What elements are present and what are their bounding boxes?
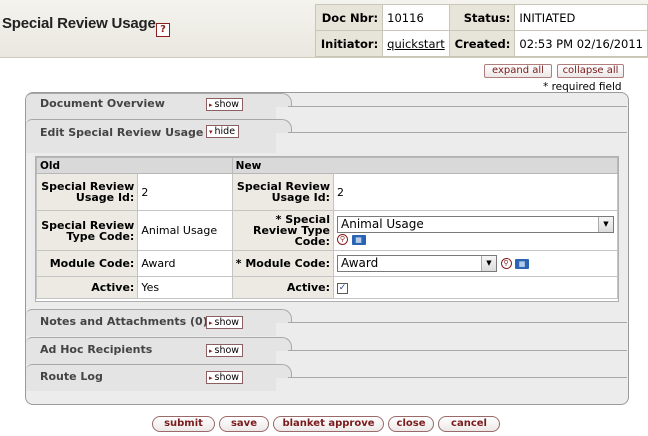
tab-edit-special-review-usage: Edit Special Review Usage ▾ hide [26,119,627,153]
dropdown-icon: ▼ [481,256,496,271]
notes-toggle-button[interactable]: ▸ show [206,316,244,329]
old-header: Old [36,157,233,174]
toggle-label: show [214,345,240,356]
toggle-label: hide [214,126,236,137]
direct-inquiry-icon[interactable]: ▦ [515,258,529,269]
route-log-toggle-button[interactable]: ▸ show [206,371,244,384]
submit-button[interactable]: submit [152,416,215,432]
status-value: INITIATED [514,4,648,31]
field-label: Special Review Usage Id: [35,173,139,211]
maintenance-table: Old New Special Review Usage Id: 2 Speci… [35,157,619,299]
lookup-icon[interactable]: ⚲ [500,258,512,269]
active-checkbox[interactable]: ✓ [337,282,348,294]
new-header: New [231,157,619,174]
cancel-button[interactable]: cancel [438,416,500,432]
tab-ad-hoc-recipients: Ad Hoc Recipients ▸ show [26,337,627,364]
module-code-select[interactable]: Award ▼ [337,255,497,272]
old-value: Award [137,250,233,277]
tab-notes-and-attachments: Notes and Attachments (0) ▸ show [26,309,627,336]
maintenance-section: Old New Special Review Usage Id: 2 Speci… [35,156,619,302]
ad-hoc-toggle-button[interactable]: ▸ show [206,344,244,357]
table-row: Special Review Usage Id: 2 Special Revie… [35,173,618,211]
tab-label: Document Overview [40,97,165,110]
triangle-right-icon: ▸ [209,374,213,382]
lookup-icon[interactable]: ⚲ [337,234,348,245]
new-value-cell: Animal Usage ▼ ⚲ ▦ [333,210,618,251]
header-row: Old New [36,157,619,174]
dropdown-icon: ▼ [598,216,613,232]
old-value: Animal Usage [137,210,233,251]
status-label: Status: [448,4,516,31]
tab-label: Notes and Attachments (0) [40,315,208,328]
special-review-type-select[interactable]: Animal Usage ▼ [337,215,614,233]
field-label: * Special Review Type Code: [231,210,335,251]
field-label: Active: [231,276,335,299]
tab-route-log: Route Log ▸ show [26,364,627,391]
field-label: * Module Code: [231,250,335,277]
page-title: Special Review Usage [2,15,156,32]
save-button[interactable]: save [219,416,269,432]
collapse-all-button[interactable]: collapse all [557,64,624,78]
created-value: 02:53 PM 02/16/2011 [514,30,648,57]
tab-label: Route Log [40,370,103,383]
toggle-label: show [214,317,240,328]
new-value: 2 [333,173,618,211]
field-label: Special Review Usage Id: [231,173,335,211]
field-label: Active: [35,276,139,299]
expand-all-button[interactable]: expand all [484,64,552,78]
table-row: Active: Yes Active: ✓ [35,276,618,299]
triangle-right-icon: ▸ [209,319,213,327]
document-info-table: Doc Nbr: 10116 Status: INITIATED Initiat… [314,4,648,57]
toggle-label: show [214,99,240,110]
triangle-right-icon: ▸ [209,101,213,109]
triangle-down-icon: ▾ [209,128,213,136]
old-value: 2 [137,173,233,211]
table-row: Special Review Type Code: Animal Usage *… [35,210,618,251]
old-value: Yes [137,276,233,299]
new-value-cell: ✓ [333,276,618,299]
initiator-link[interactable]: quickstart [387,37,445,51]
tab-label: Ad Hoc Recipients [40,343,153,356]
triangle-right-icon: ▸ [209,347,213,355]
doc-nbr-label: Doc Nbr: [314,4,384,31]
new-value-cell: Award ▼ ⚲ ▦ [333,250,618,277]
close-button[interactable]: close [388,416,434,432]
direct-inquiry-icon[interactable]: ▦ [351,234,366,245]
blanket-approve-button[interactable]: blanket approve [273,416,384,432]
field-label: Special Review Type Code: [35,210,139,251]
tab-document-overview: Document Overview ▸ show [26,93,627,120]
edit-section-toggle-button[interactable]: ▾ hide [206,125,240,138]
initiator-cell: quickstart [382,30,450,57]
document-header: Special Review Usage ? Doc Nbr: 10116 St… [0,0,648,58]
field-label: Module Code: [35,250,139,277]
document-overview-toggle-button[interactable]: ▸ show [206,98,244,111]
table-row: Module Code: Award * Module Code: Award ▼… [35,250,618,277]
toggle-label: show [214,372,240,383]
tab-label: Edit Special Review Usage [40,126,204,139]
doc-nbr-value: 10116 [382,4,450,31]
initiator-label: Initiator: [314,30,384,57]
help-icon[interactable]: ? [156,23,170,37]
created-label: Created: [448,30,516,57]
